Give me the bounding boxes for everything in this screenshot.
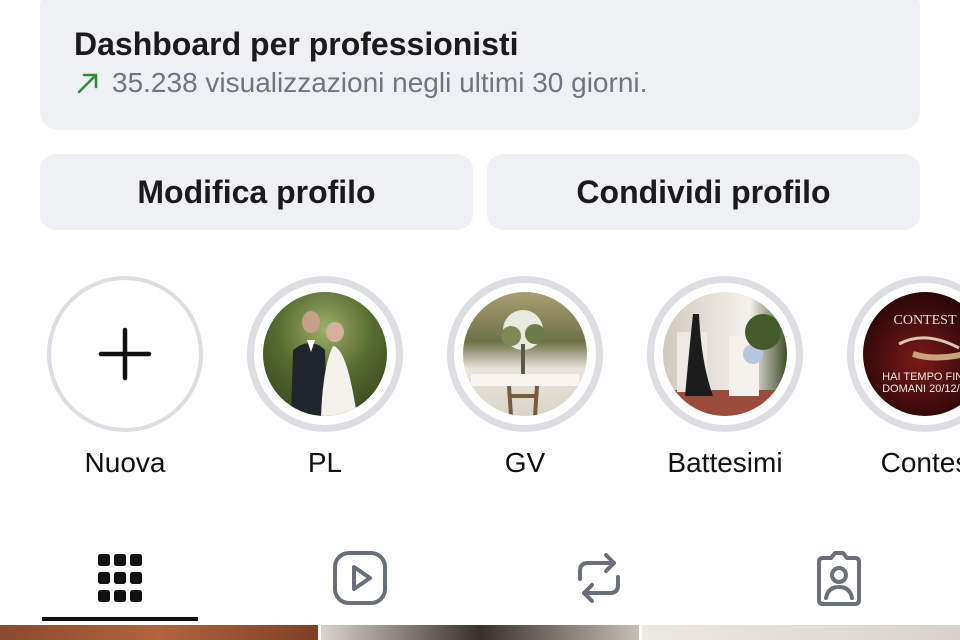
highlight-ring: CONTEST HAI TEMPO FINO DOMANI 20/12/20 — [847, 276, 960, 432]
tab-tagged[interactable] — [759, 536, 919, 620]
tab-reels[interactable] — [280, 536, 440, 620]
plus-icon — [98, 327, 152, 381]
dashboard-title: Dashboard per professionisti — [74, 26, 519, 62]
trend-up-icon — [77, 73, 98, 94]
highlight-label: PL — [307, 447, 343, 478]
contest-line1-text: HAI TEMPO FINO — [882, 371, 960, 383]
highlight-battesimi[interactable]: Battesimi — [645, 276, 805, 480]
highlight-label: Contes — [880, 447, 960, 478]
tagged-icon — [817, 551, 861, 606]
content-tabs — [0, 536, 960, 626]
highlight-cover-image — [463, 292, 587, 416]
highlight-cover-image — [263, 292, 387, 416]
highlight-cover-image: CONTEST HAI TEMPO FINO DOMANI 20/12/20 — [863, 292, 960, 416]
post-thumbnail[interactable] — [642, 625, 960, 640]
highlight-label: Nuova — [84, 447, 166, 478]
dashboard-stats: 35.238 visualizzazioni negli ultimi 30 g… — [74, 65, 886, 101]
grid-icon — [98, 554, 142, 602]
contest-poster: CONTEST HAI TEMPO FINO DOMANI 20/12/20 — [882, 313, 960, 395]
highlight-ring — [447, 276, 603, 432]
contest-line2-text: DOMANI 20/12/20 — [882, 383, 960, 395]
post-grid — [0, 625, 960, 640]
new-highlight-ring — [47, 276, 203, 432]
highlight-contest[interactable]: CONTEST HAI TEMPO FINO DOMANI 20/12/20 C… — [845, 276, 960, 480]
tab-grid[interactable] — [40, 536, 200, 620]
couple-illustration — [291, 311, 357, 416]
highlight-label: Battesimi — [667, 447, 783, 478]
highlight-pl[interactable]: PL — [245, 276, 405, 480]
highlight-ring — [647, 276, 803, 432]
highlight-cover-image — [663, 292, 787, 416]
highlight-gv[interactable]: GV — [445, 276, 605, 480]
repost-icon — [578, 553, 620, 603]
selected-tab-indicator — [42, 617, 198, 621]
post-thumbnail[interactable] — [0, 625, 318, 640]
highlight-new[interactable]: Nuova — [45, 276, 205, 480]
reels-icon — [333, 551, 387, 605]
share-profile-button[interactable]: Condividi profilo — [487, 154, 920, 230]
dashboard-views-text: 35.238 visualizzazioni negli ultimi 30 g… — [112, 67, 648, 98]
edit-profile-button[interactable]: Modifica profilo — [40, 154, 473, 230]
wedding-table-illustration — [471, 310, 579, 416]
tab-reposts[interactable] — [519, 536, 679, 620]
baptism-decor-illustration — [663, 314, 787, 416]
highlight-label: GV — [504, 447, 546, 478]
highlight-ring — [247, 276, 403, 432]
contest-title-text: CONTEST — [894, 313, 957, 328]
post-thumbnail[interactable] — [321, 625, 639, 640]
professional-dashboard-card[interactable]: Dashboard per professionisti 35.238 visu… — [40, 0, 920, 130]
